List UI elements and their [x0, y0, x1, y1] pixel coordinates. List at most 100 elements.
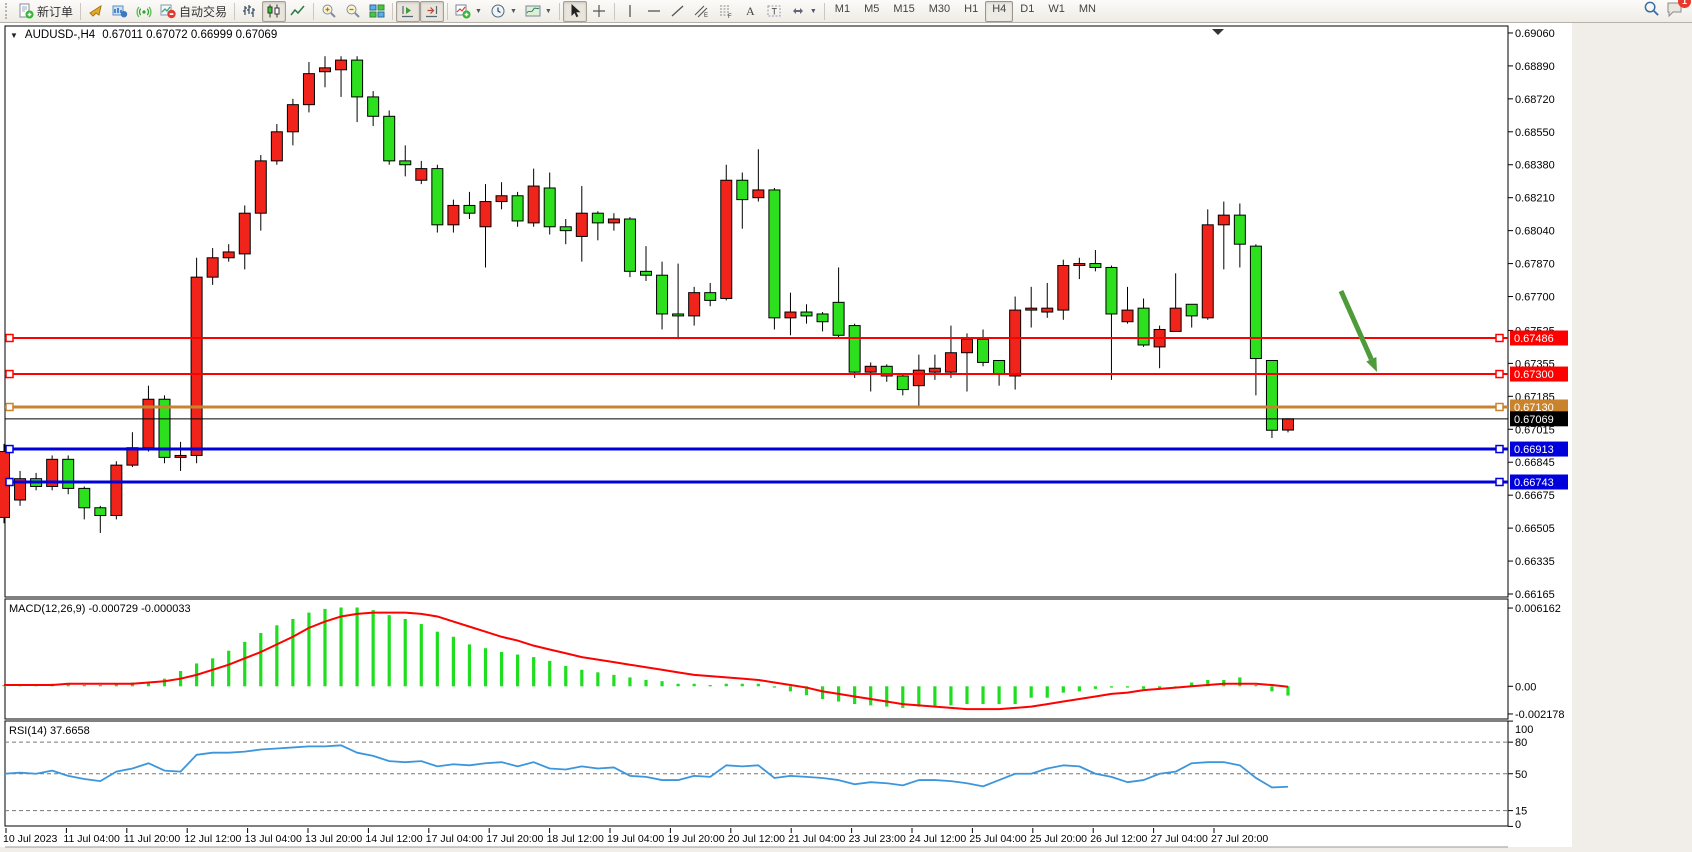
- mt4-terminal: { "toolbar": { "groups": [ {"items": [{"…: [0, 0, 1692, 852]
- crosshair-button[interactable]: [587, 1, 611, 22]
- rsi-tick-label: 15: [1515, 806, 1527, 818]
- search-icon[interactable]: [1643, 0, 1660, 22]
- line-chart-button[interactable]: [286, 1, 310, 22]
- bar-chart-button[interactable]: [238, 1, 262, 22]
- toolbar-separator: [824, 3, 825, 20]
- svg-text:0.66913: 0.66913: [1514, 444, 1554, 456]
- toolbar-grip[interactable]: [5, 3, 12, 19]
- chevron-down-icon[interactable]: ▼: [510, 8, 517, 15]
- line-anchor[interactable]: [6, 446, 13, 453]
- time-tick-label: 19 Jul 04:00: [607, 833, 664, 845]
- candle: [897, 376, 908, 390]
- main-toolbar: 新订单 自动交易 ▼ ▼ ▼ EFAT ▼ M1M5M15M30H1H4D1W1MN 1: [0, 0, 1692, 23]
- time-tick-label: 18 Jul 12:00: [547, 833, 604, 845]
- history-center-button[interactable]: [84, 1, 108, 22]
- timeframe-button-m15[interactable]: M15: [886, 1, 921, 22]
- auto-scroll-button[interactable]: [396, 1, 420, 22]
- cursor-button[interactable]: [563, 1, 587, 22]
- line-anchor[interactable]: [1496, 403, 1503, 410]
- line-anchor[interactable]: [1496, 446, 1503, 453]
- zoom-in-icon: [321, 3, 337, 19]
- arrows-button[interactable]: ▼: [786, 1, 821, 22]
- candle: [1202, 225, 1213, 318]
- indicators-button[interactable]: ▼: [451, 1, 486, 22]
- new-order-button[interactable]: 新订单: [14, 1, 77, 22]
- candle: [978, 339, 989, 362]
- zoom-out-icon: [345, 3, 361, 19]
- candle: [191, 277, 202, 455]
- timeframe-button-m5[interactable]: M5: [857, 1, 886, 22]
- chart-shift-button[interactable]: [420, 1, 444, 22]
- timeframe-button-w1[interactable]: W1: [1041, 1, 1072, 22]
- hline-0.67300[interactable]: [5, 371, 1508, 378]
- candle: [320, 68, 331, 72]
- zoom-in-button[interactable]: [317, 1, 341, 22]
- chevron-down-icon[interactable]: ▼: [475, 8, 482, 15]
- chevron-down-icon[interactable]: ▼: [545, 8, 552, 15]
- chevron-down-icon[interactable]: ▼: [810, 8, 817, 15]
- line-anchor[interactable]: [6, 403, 13, 410]
- hline-0.67130[interactable]: [5, 403, 1508, 410]
- line-anchor[interactable]: [1496, 371, 1503, 378]
- text-button[interactable]: A: [738, 1, 762, 22]
- hline-0.66743[interactable]: [5, 478, 1508, 485]
- clock-icon: [490, 3, 506, 19]
- price-label-0.66743: 0.66743: [1510, 474, 1568, 489]
- time-tick-label: 26 Jul 12:00: [1090, 833, 1147, 845]
- candle-chart-button[interactable]: [262, 1, 286, 22]
- rsi-tick-label: 50: [1515, 769, 1527, 781]
- timeframe-button-h4[interactable]: H4: [985, 1, 1013, 22]
- vertical-line-button[interactable]: [618, 1, 642, 22]
- timeframe-button-m30[interactable]: M30: [922, 1, 957, 22]
- tile-windows-button[interactable]: [365, 1, 389, 22]
- line-anchor[interactable]: [1496, 335, 1503, 342]
- candle: [287, 105, 298, 132]
- auto-trading-icon: [160, 3, 176, 19]
- time-tick-label: 20 Jul 12:00: [728, 833, 785, 845]
- price-tick-label: 0.68890: [1515, 61, 1555, 73]
- hline-0.66913[interactable]: [5, 446, 1508, 453]
- price-tick-label: 0.66505: [1515, 523, 1555, 535]
- equidistant-channel-button[interactable]: E: [690, 1, 714, 22]
- trendline-button[interactable]: [666, 1, 690, 22]
- channel-icon: E: [694, 3, 710, 19]
- candle: [817, 314, 828, 322]
- time-tick-label: 21 Jul 04:00: [788, 833, 845, 845]
- time-tick-label: 13 Jul 04:00: [245, 833, 302, 845]
- chart-title[interactable]: ▼ AUDUSD-,H4 0.67011 0.67072 0.66999 0.6…: [10, 29, 277, 41]
- signals-button[interactable]: [132, 1, 156, 22]
- rsi-tick-label: 80: [1515, 737, 1527, 749]
- candle: [1058, 266, 1069, 311]
- time-tick-label: 23 Jul 23:00: [849, 833, 906, 845]
- timeframe-button-h1[interactable]: H1: [957, 1, 985, 22]
- timeframe-button-m1[interactable]: M1: [828, 1, 857, 22]
- notifications-chat-icon[interactable]: 1: [1666, 0, 1684, 23]
- timeframe-button-mn[interactable]: MN: [1072, 1, 1103, 22]
- line-anchor[interactable]: [6, 335, 13, 342]
- svg-text:0.67069: 0.67069: [1514, 414, 1554, 426]
- line-anchor[interactable]: [6, 371, 13, 378]
- candle: [480, 202, 491, 227]
- indicators-icon: [455, 3, 471, 19]
- fibonacci-button[interactable]: F: [714, 1, 738, 22]
- auto-trading-button[interactable]: 自动交易: [156, 1, 231, 22]
- zoom-out-button[interactable]: [341, 1, 365, 22]
- chart-shift-marker[interactable]: [1212, 29, 1224, 35]
- market-depth-button[interactable]: [108, 1, 132, 22]
- price-label-0.67300: 0.67300: [1510, 367, 1568, 382]
- text-label-button[interactable]: T: [762, 1, 786, 22]
- chart-title-dropdown-icon[interactable]: ▼: [10, 31, 18, 40]
- periods-button[interactable]: ▼: [486, 1, 521, 22]
- chart-quote-ohlc: 0.67011 0.67072 0.66999 0.67069: [102, 29, 277, 41]
- timeframe-button-d1[interactable]: D1: [1013, 1, 1041, 22]
- hline-0.67486[interactable]: [5, 335, 1508, 342]
- svg-text:0.67300: 0.67300: [1514, 369, 1554, 381]
- line-anchor[interactable]: [1496, 478, 1503, 485]
- toolbar-separator: [392, 3, 393, 20]
- horizontal-line-button[interactable]: [642, 1, 666, 22]
- templates-button[interactable]: ▼: [521, 1, 556, 22]
- down-arrow-annotation[interactable]: [1341, 291, 1377, 372]
- candle: [432, 169, 443, 225]
- line-anchor[interactable]: [6, 478, 13, 485]
- candle: [1266, 360, 1277, 430]
